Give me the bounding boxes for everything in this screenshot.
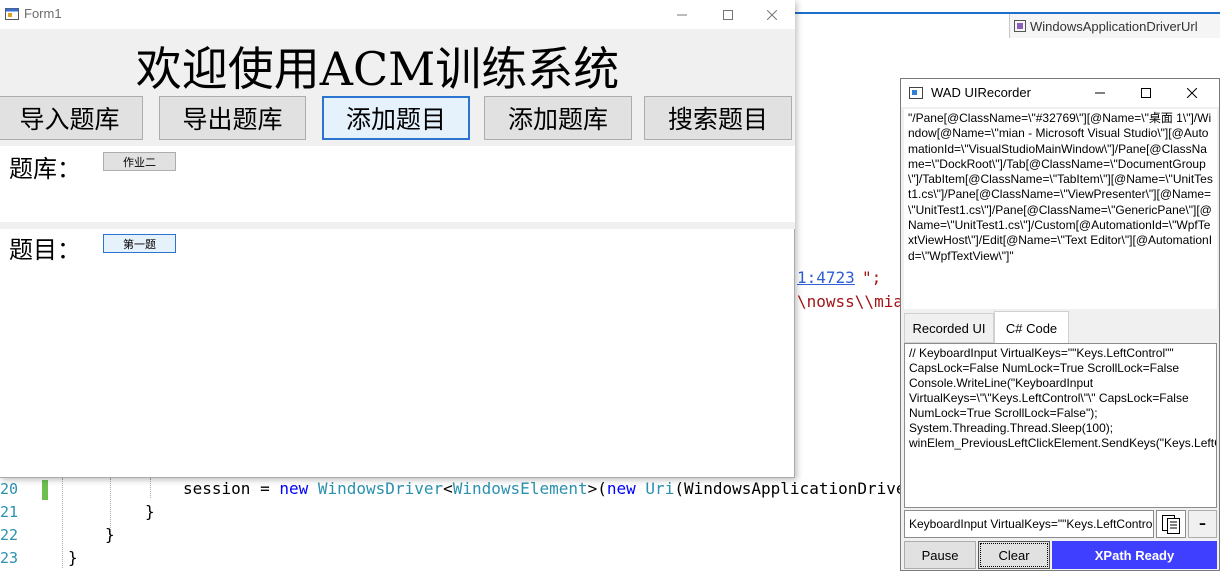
search-problem-button[interactable]: 搜索题目 xyxy=(644,96,792,140)
section-divider xyxy=(0,222,795,229)
pause-button[interactable]: Pause xyxy=(904,541,976,569)
code-string-end: "; xyxy=(862,268,882,287)
indent-guide xyxy=(150,478,151,498)
csharp-code-textbox[interactable]: // KeyboardInput VirtualKeys=""Keys.Left… xyxy=(904,343,1217,508)
recorded-action-input[interactable]: KeyboardInput VirtualKeys=""Keys.LeftCon… xyxy=(904,510,1154,538)
vs-member-combo[interactable] xyxy=(795,14,1010,38)
wad-close-button[interactable] xyxy=(1169,79,1215,107)
line-number-gutter: 20 21 22 23 xyxy=(0,478,20,570)
line-number: 22 xyxy=(0,526,19,544)
collapse-button[interactable]: – xyxy=(1188,510,1217,538)
form1-window: Form1 欢迎使用ACM训练系统 导入题库 导出题库 添加题目 添加题库 搜索… xyxy=(0,0,795,478)
code-line-22[interactable]: } xyxy=(105,525,115,544)
xpath-textbox[interactable]: "/Pane[@ClassName=\"#32769\"][@Name=\"桌面… xyxy=(904,109,1217,309)
bank-item-button[interactable]: 作业二 xyxy=(103,152,176,171)
tab-csharp-code[interactable]: C# Code xyxy=(994,311,1069,344)
tab-recorded-ui[interactable]: Recorded UI xyxy=(904,313,994,343)
copy-button[interactable] xyxy=(1156,510,1186,538)
class-icon xyxy=(1014,20,1026,32)
line-number: 21 xyxy=(0,503,19,521)
code-type: WindowsElement xyxy=(452,479,588,498)
maximize-button[interactable] xyxy=(705,0,751,29)
app-icon xyxy=(5,8,19,20)
code-type: Uri xyxy=(645,479,675,498)
close-icon xyxy=(767,9,777,20)
indent-guide xyxy=(62,478,63,568)
code-text: < xyxy=(443,479,453,498)
recorder-app-icon xyxy=(909,87,923,99)
welcome-title: 欢迎使用ACM训练系统 xyxy=(135,42,620,96)
maximize-icon xyxy=(723,9,733,20)
minimize-icon xyxy=(677,14,687,15)
code-text: >( xyxy=(587,479,607,498)
xpath-ready-status: XPath Ready xyxy=(1052,541,1217,569)
code-type: WindowsDriver xyxy=(317,479,444,498)
clear-button[interactable]: Clear xyxy=(978,541,1050,569)
code-line-20[interactable]: session = new WindowsDriver<WindowsEleme… xyxy=(183,479,915,498)
line-number: 23 xyxy=(0,549,19,567)
minimize-icon xyxy=(1095,92,1105,94)
wad-uirecorder-window: WAD UIRecorder "/Pane[@ClassName=\"#3276… xyxy=(900,78,1220,571)
line-number: 20 xyxy=(0,480,19,498)
wad-titlebar[interactable]: WAD UIRecorder xyxy=(901,79,1219,107)
problem-label: 题目： xyxy=(9,236,81,264)
wad-maximize-button[interactable] xyxy=(1123,79,1169,107)
change-indicator xyxy=(42,480,48,500)
code-keyword: new xyxy=(606,479,636,498)
bank-panel: 题库： 作业二 xyxy=(0,146,795,222)
form1-titlebar[interactable]: Form1 xyxy=(0,0,795,29)
add-problem-button[interactable]: 添加题目 xyxy=(322,96,470,140)
minimize-button[interactable] xyxy=(659,0,705,29)
maximize-icon xyxy=(1141,88,1151,98)
code-line-23[interactable]: } xyxy=(68,548,78,567)
add-bank-button[interactable]: 添加题库 xyxy=(484,96,632,140)
close-icon xyxy=(1187,88,1197,98)
bank-label: 题库： xyxy=(9,155,81,183)
close-button[interactable] xyxy=(749,0,795,29)
wad-window-title: WAD UIRecorder xyxy=(931,85,1031,100)
problem-item-button[interactable]: 第一题 xyxy=(103,234,176,253)
code-text: (WindowsApplicationDriver xyxy=(674,479,916,498)
vs-type-combo-label: WindowsApplicationDriverUrl xyxy=(1030,18,1198,34)
copy-icon xyxy=(1162,515,1180,534)
code-path-fragment: \nowss\\mia xyxy=(797,292,903,311)
vs-navigation-bar: WindowsApplicationDriverUrl xyxy=(795,12,1220,38)
code-url-fragment: 1:4723 xyxy=(797,268,855,287)
code-keyword: new xyxy=(279,479,309,498)
code-line-21[interactable]: } xyxy=(145,502,155,521)
wad-minimize-button[interactable] xyxy=(1077,79,1123,107)
export-bank-button[interactable]: 导出题库 xyxy=(159,96,306,140)
code-text: session = xyxy=(183,479,280,498)
vs-type-combo[interactable]: WindowsApplicationDriverUrl xyxy=(1010,14,1220,38)
window-title: Form1 xyxy=(24,6,62,21)
import-bank-button[interactable]: 导入题库 xyxy=(0,96,143,140)
